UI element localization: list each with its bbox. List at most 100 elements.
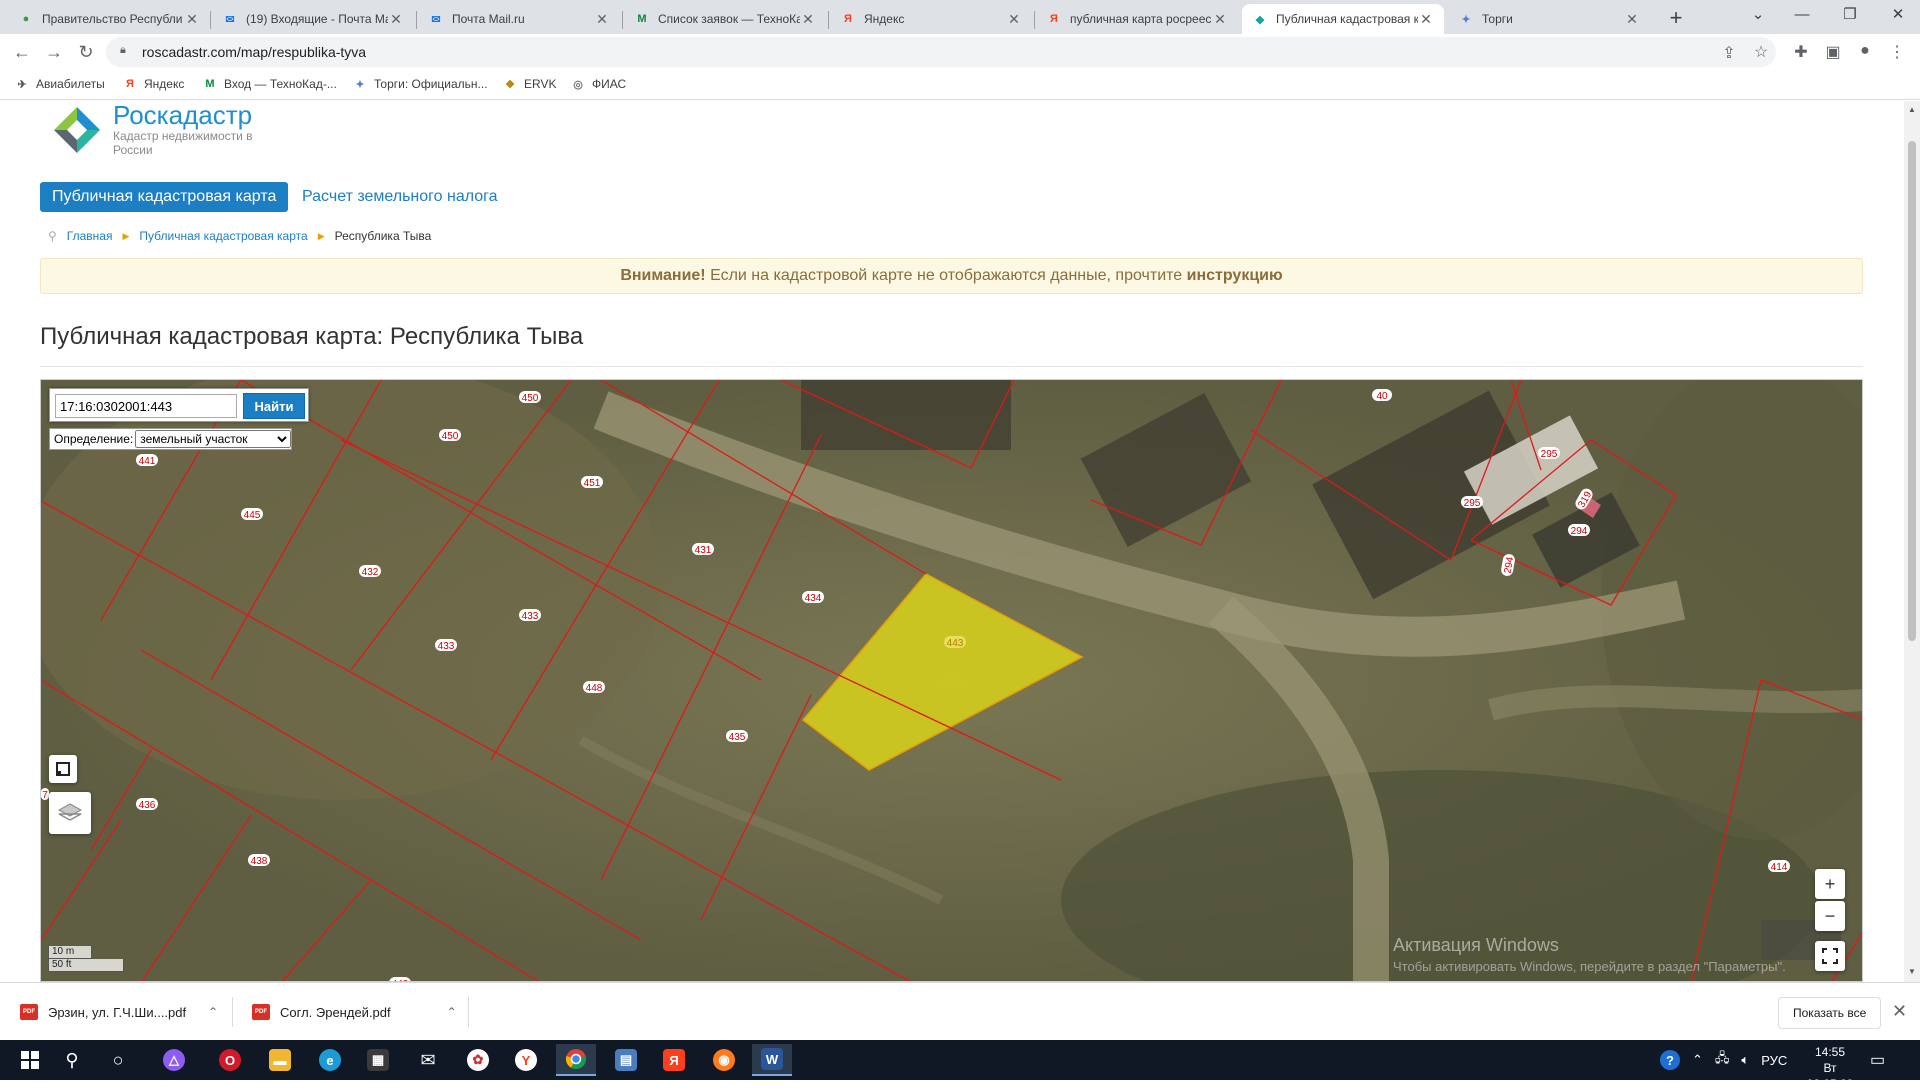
breadcrumb-home[interactable]: Главная xyxy=(67,229,113,243)
tab-close-icon[interactable]: ✕ xyxy=(594,11,610,28)
help-question-icon[interactable]: ? xyxy=(1660,1050,1680,1070)
parcel-label[interactable]: 450 xyxy=(439,429,461,442)
yandex-browser-icon[interactable]: Y xyxy=(506,1044,546,1076)
share-icon[interactable]: ⇪ xyxy=(1718,43,1740,63)
forward-arrow-icon[interactable]: → xyxy=(40,38,68,66)
tab-close-icon[interactable]: ✕ xyxy=(1006,11,1022,28)
search-icon[interactable]: ⚲ xyxy=(52,1044,92,1076)
bookmark-item[interactable]: ✦ Торги: Официальн... xyxy=(352,76,487,92)
url-text[interactable]: roscadastr.com/map/respublika-tyva xyxy=(142,44,366,60)
tab-close-icon[interactable]: ✕ xyxy=(1212,11,1228,28)
parcel-label[interactable]: 445 xyxy=(241,508,263,521)
parcel-label[interactable]: 436 xyxy=(136,798,158,811)
measure-ruler-icon[interactable] xyxy=(49,755,77,783)
reload-icon[interactable]: ↻ xyxy=(72,38,100,66)
parcel-label[interactable]: 40 xyxy=(1372,389,1392,402)
bookmark-item[interactable]: ✈ Авиабилеты xyxy=(14,76,104,92)
lock-icon[interactable]: 🔒︎ xyxy=(120,44,126,57)
tab-search-chevron-icon[interactable]: ⌄ xyxy=(1736,0,1780,32)
yandex-icon[interactable]: Я xyxy=(654,1044,694,1076)
side-panel-icon[interactable]: ▣ xyxy=(1822,42,1844,62)
alice-assistant-icon[interactable]: △ xyxy=(154,1044,194,1076)
restore-icon[interactable]: ❐ xyxy=(1828,0,1872,32)
notification-center-icon[interactable]: ▭ xyxy=(1870,1050,1885,1070)
fullscreen-icon[interactable] xyxy=(1815,941,1845,971)
parcel-label[interactable]: 432 xyxy=(359,565,381,578)
page-scrollbar[interactable]: ▲ ▼ xyxy=(1904,101,1920,982)
firefox-icon[interactable]: ◉ xyxy=(704,1044,744,1076)
parcel-label[interactable]: 295 xyxy=(1538,447,1560,460)
tab-close-icon[interactable]: ✕ xyxy=(388,11,404,28)
chrome-icon[interactable] xyxy=(556,1044,596,1076)
parcel-label[interactable]: 438 xyxy=(248,854,270,867)
app-clover-icon[interactable]: ✿ xyxy=(458,1044,498,1076)
browser-tab[interactable]: Я публичная карта росреес ✕ xyxy=(1036,4,1238,34)
profile-avatar-icon[interactable]: ● xyxy=(1854,42,1876,60)
breadcrumb-map[interactable]: Публичная кадастровая карта xyxy=(139,229,307,243)
bookmark-item[interactable]: ❖ ERVK xyxy=(502,76,556,92)
download-item[interactable]: PDF Согл. Эрендей.pdf ⌃ xyxy=(252,993,457,1031)
parcel-label[interactable]: 431 xyxy=(692,543,714,556)
browser-tab[interactable]: M Список заявок — ТехноКа ✕ xyxy=(624,4,826,34)
show-all-downloads-button[interactable]: Показать все xyxy=(1778,997,1882,1029)
scroll-up-arrow-icon[interactable]: ▲ xyxy=(1908,105,1916,114)
alert-instruction-link[interactable]: инструкцию xyxy=(1187,267,1283,284)
parcel-label[interactable]: 450 xyxy=(519,391,541,404)
parcel-label[interactable]: 434 xyxy=(802,591,824,604)
extensions-puzzle-icon[interactable]: ✚ xyxy=(1790,42,1812,62)
kebab-menu-icon[interactable]: ⋮ xyxy=(1886,42,1908,62)
bookmark-item[interactable]: M Вход — ТехноКад-... xyxy=(202,76,336,92)
browser-tab[interactable]: Я Яндекс ✕ xyxy=(830,4,1032,34)
layers-icon[interactable] xyxy=(49,792,91,834)
parcel-label[interactable]: 443 xyxy=(944,636,966,649)
satellite-imagery[interactable]: 450 450 441 445 451 431 432 433 433 434 … xyxy=(41,380,1863,982)
zoom-out-button[interactable]: − xyxy=(1815,901,1845,931)
bookmark-item[interactable]: Я Яндекс xyxy=(122,76,184,92)
minimize-icon[interactable]: — xyxy=(1780,0,1824,32)
language-indicator[interactable]: РУС xyxy=(1761,1053,1787,1068)
parcel-label[interactable]: 441 xyxy=(136,454,158,467)
network-icon[interactable]: 🖧︎ xyxy=(1715,1049,1730,1071)
parcel-label[interactable]: 451 xyxy=(581,476,603,489)
chevron-up-icon[interactable]: ⌃ xyxy=(447,1005,457,1019)
tab-close-icon[interactable]: ✕ xyxy=(1624,11,1640,28)
clock[interactable]: 14:55 Вт 02.05.23 xyxy=(1800,1044,1860,1092)
volume-icon[interactable]: 🔈︎ xyxy=(1741,1052,1749,1068)
parcel-label[interactable]: 295 xyxy=(1461,496,1483,509)
cadastral-number-input[interactable] xyxy=(55,394,237,418)
parcel-label[interactable]: 435 xyxy=(726,730,748,743)
definition-select[interactable]: земельный участок xyxy=(135,430,292,448)
close-downloads-icon[interactable]: ✕ xyxy=(1892,1001,1907,1022)
opera-icon[interactable]: O xyxy=(210,1044,250,1076)
new-tab-plus-icon[interactable]: + xyxy=(1662,5,1690,33)
download-item[interactable]: PDF Эрзин, ул. Г.Ч.Ши....pdf ⌃ xyxy=(20,993,218,1031)
scrollbar-thumb[interactable] xyxy=(1908,141,1916,641)
roscadastr-logo-icon[interactable] xyxy=(54,107,100,153)
parcel-label[interactable]: 294 xyxy=(1568,524,1590,537)
scroll-down-arrow-icon[interactable]: ▼ xyxy=(1908,967,1916,976)
windows-start-icon[interactable] xyxy=(10,1044,50,1076)
nav-land-tax-calc[interactable]: Расчет земельного налога xyxy=(302,182,498,212)
network-app-icon[interactable]: ▤ xyxy=(606,1044,646,1076)
parcel-label[interactable]: 414 xyxy=(1768,860,1790,873)
tab-close-icon[interactable]: ✕ xyxy=(800,11,816,28)
close-window-icon[interactable]: ✕ xyxy=(1876,0,1920,32)
parcel-label[interactable]: 433 xyxy=(435,639,457,652)
zoom-in-button[interactable]: + xyxy=(1815,869,1845,899)
nav-public-cadastral-map[interactable]: Публичная кадастровая карта xyxy=(40,182,289,212)
back-arrow-icon[interactable]: ← xyxy=(8,38,36,66)
edge-icon[interactable]: e xyxy=(310,1044,350,1076)
word-icon[interactable]: W xyxy=(752,1044,792,1076)
browser-tab[interactable]: ✦ Торги ✕ xyxy=(1448,4,1650,34)
address-bar[interactable]: 🔒︎ roscadastr.com/map/respublika-tyva ⇪ … xyxy=(106,37,1776,67)
tab-close-icon[interactable]: ✕ xyxy=(1418,11,1434,28)
parcel-label[interactable]: 433 xyxy=(519,609,541,622)
tray-chevron-up-icon[interactable]: ⌃ xyxy=(1692,1052,1703,1068)
browser-tab[interactable]: ✉ (19) Входящие - Почта Ма ✕ xyxy=(212,4,414,34)
chevron-up-icon[interactable]: ⌃ xyxy=(208,1005,218,1019)
store-icon[interactable]: ▦ xyxy=(358,1044,398,1076)
bookmark-star-icon[interactable]: ☆ xyxy=(1750,42,1772,62)
browser-tab[interactable]: ● Правительство Республи ✕ xyxy=(8,4,210,34)
browser-tab[interactable]: ✉ Почта Mail.ru ✕ xyxy=(418,4,620,34)
cadastral-map[interactable]: 450 450 441 445 451 431 432 433 433 434 … xyxy=(40,379,1863,982)
